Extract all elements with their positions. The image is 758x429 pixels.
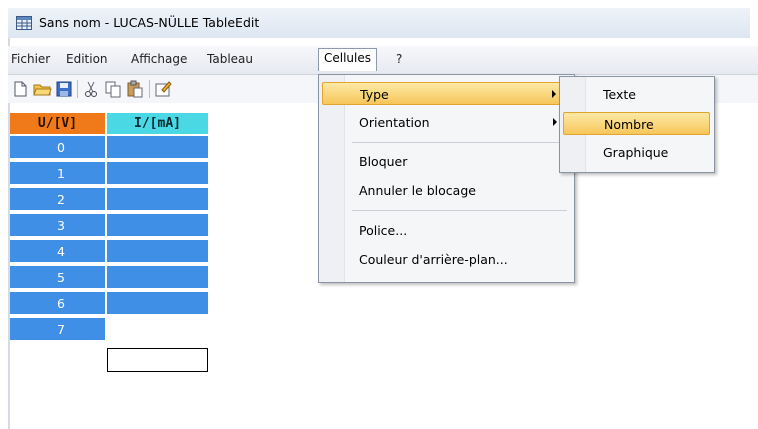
menu-item-label: Type (360, 87, 389, 102)
menu-item-type[interactable]: Type (322, 82, 569, 105)
new-file-icon[interactable] (10, 79, 30, 99)
submenu-item-graphique[interactable]: Graphique (563, 141, 710, 164)
cellules-menu: Type Orientation Bloquer Annuler le bloc… (318, 74, 575, 283)
menu-item-annuler-blocage[interactable]: Annuler le blocage (322, 179, 569, 202)
window-title: Sans nom - LUCAS-NÜLLE TableEdit (39, 15, 260, 30)
menu-item-couleur-arriere-plan[interactable]: Couleur d'arrière-plan... (322, 248, 569, 271)
submenu-arrow-icon (553, 118, 557, 126)
table-cell[interactable] (107, 136, 208, 160)
row-index[interactable]: 7 (10, 318, 105, 342)
menu-bar: Fichier Edition Affichage Tableau Cellul… (8, 46, 758, 75)
table-cell[interactable] (107, 240, 208, 264)
menu-help[interactable]: ? (396, 52, 402, 68)
menu-separator (352, 210, 567, 211)
menu-item-police[interactable]: Police... (322, 219, 569, 242)
title-bar: Sans nom - LUCAS-NÜLLE TableEdit (8, 8, 750, 38)
menu-item-label: Bloquer (359, 154, 408, 169)
menu-item-label: Texte (603, 87, 636, 102)
menu-item-label: Orientation (359, 115, 430, 130)
submenu-arrow-icon (552, 90, 556, 98)
menu-tableau[interactable]: Tableau (207, 52, 253, 68)
row-index[interactable]: 3 (10, 214, 105, 238)
save-icon[interactable] (54, 79, 74, 99)
menu-item-orientation[interactable]: Orientation (322, 111, 569, 134)
row-index[interactable]: 6 (10, 292, 105, 316)
row-index[interactable]: 1 (10, 162, 105, 186)
open-folder-icon[interactable] (32, 79, 52, 99)
table-cell[interactable] (107, 162, 208, 186)
menu-cellules[interactable]: Cellules (318, 48, 378, 71)
type-submenu: Texte Nombre Graphique (559, 76, 715, 173)
row-index[interactable]: 2 (10, 188, 105, 212)
table-cell[interactable] (107, 292, 208, 316)
properties-icon[interactable] (153, 79, 173, 99)
submenu-item-texte[interactable]: Texte (563, 83, 710, 106)
menu-edition[interactable]: Edition (66, 52, 108, 68)
menu-item-label: Nombre (604, 117, 654, 132)
menu-separator (352, 142, 567, 143)
toolbar-separator (149, 80, 150, 98)
row-index[interactable]: 5 (10, 266, 105, 290)
copy-icon[interactable] (103, 79, 123, 99)
menu-affichage[interactable]: Affichage (131, 52, 187, 68)
row-index[interactable]: 4 (10, 240, 105, 264)
menu-item-label: Annuler le blocage (359, 183, 476, 198)
menu-item-label: Graphique (603, 145, 669, 160)
submenu-item-nombre[interactable]: Nombre (563, 112, 710, 135)
table-cell[interactable] (107, 188, 208, 212)
table-cell[interactable] (107, 266, 208, 290)
toolbar-separator (77, 80, 78, 98)
menu-item-bloquer[interactable]: Bloquer (322, 150, 569, 173)
app-icon (16, 15, 32, 31)
row-index[interactable]: 0 (10, 136, 105, 160)
table-cell[interactable] (107, 214, 208, 238)
paste-icon[interactable] (125, 79, 145, 99)
menu-item-label: Police... (359, 223, 408, 238)
column-header-u[interactable]: U/[V] (10, 113, 105, 134)
menu-item-label: Couleur d'arrière-plan... (359, 252, 508, 267)
active-edit-cell[interactable] (107, 348, 208, 372)
cut-icon[interactable] (81, 79, 101, 99)
column-header-i[interactable]: I/[mA] (107, 113, 208, 134)
menu-fichier[interactable]: Fichier (11, 52, 50, 68)
